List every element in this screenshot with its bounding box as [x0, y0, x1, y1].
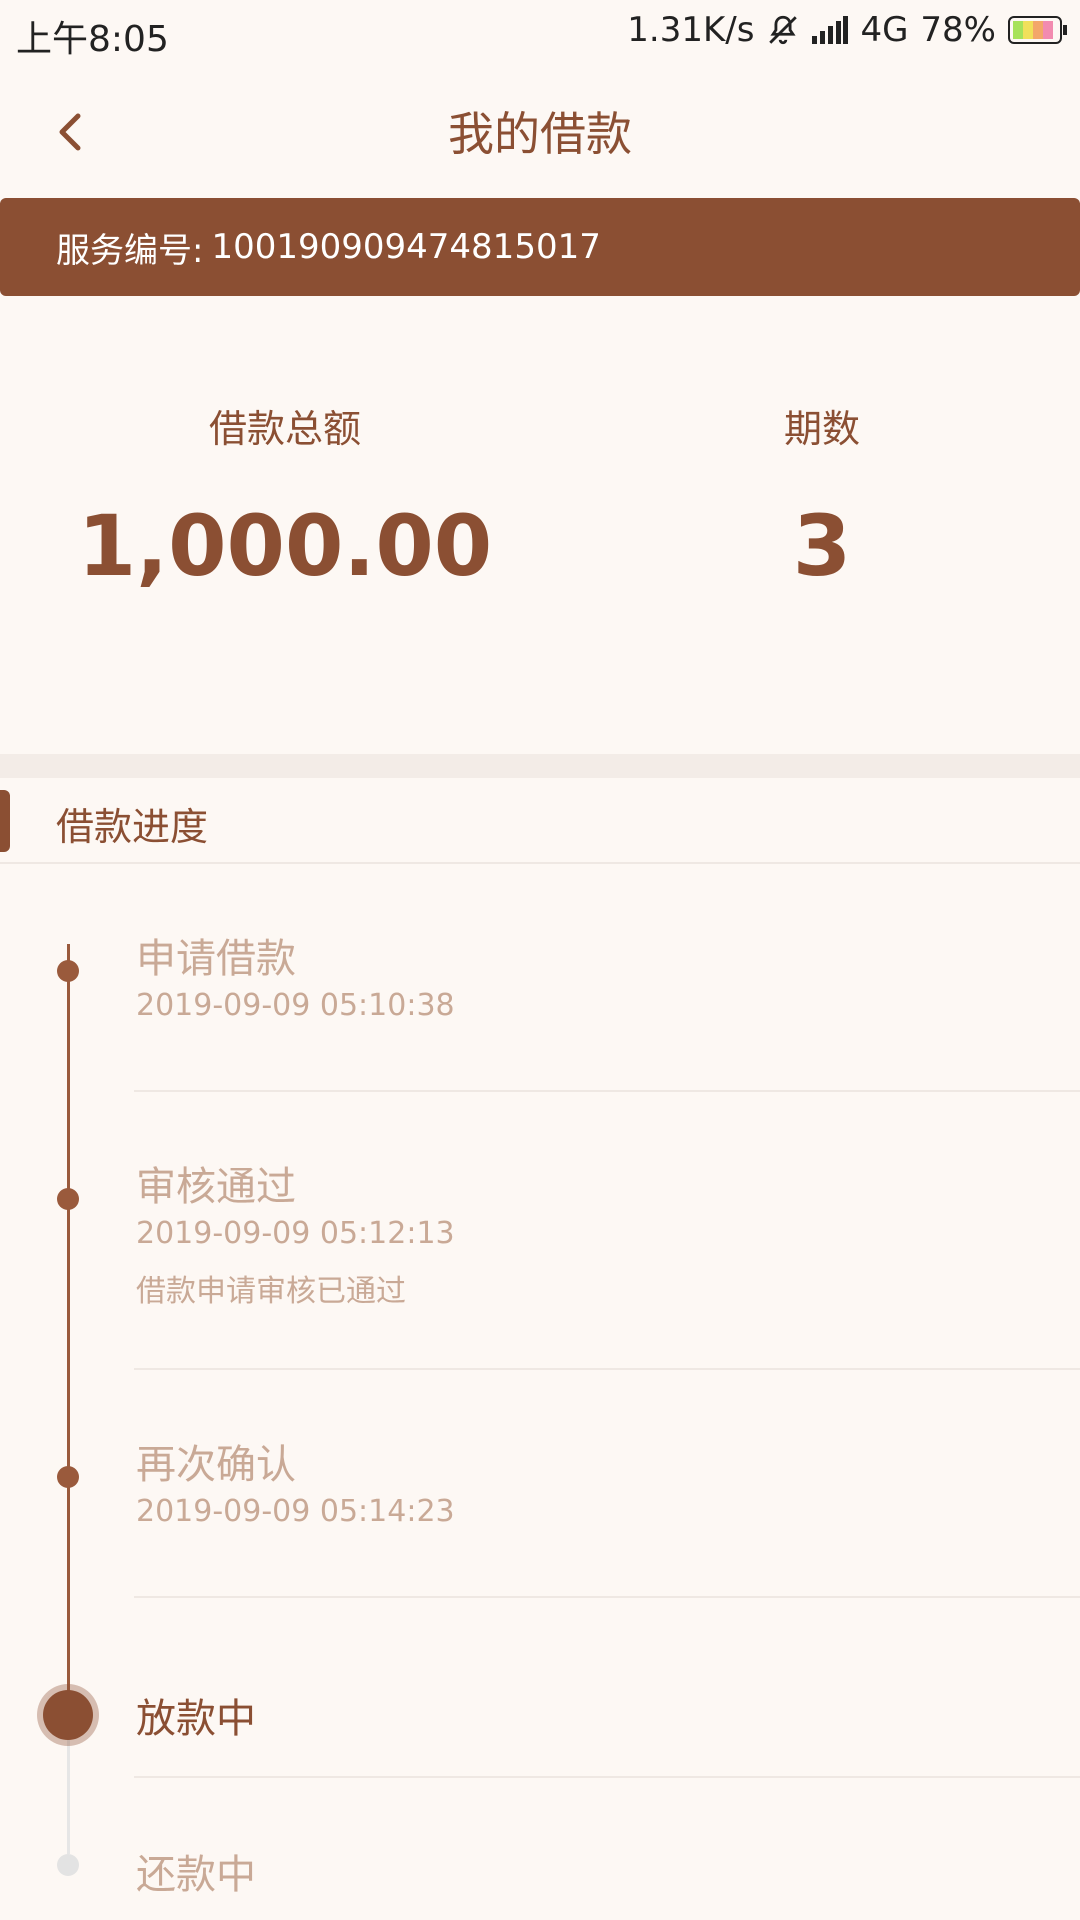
service-number-value: 100190909474815017	[211, 227, 601, 267]
step-title: 申请借款	[136, 936, 296, 982]
bell-off-icon	[766, 13, 800, 47]
step-dot-active	[43, 1690, 93, 1740]
timeline-step-active: 放款中	[0, 1598, 1080, 1778]
service-number-label: 服务编号:	[56, 230, 204, 271]
step-dot	[57, 1188, 79, 1210]
loan-periods-block: 期数 3	[572, 296, 1072, 595]
loan-progress-timeline: 申请借款 2019-09-09 05:10:38 审核通过 2019-09-09…	[0, 864, 1080, 1920]
page-title: 我的借款	[448, 107, 632, 161]
section-accent-bar	[0, 790, 10, 852]
loan-periods-value: 3	[792, 497, 852, 595]
progress-section-title: 借款进度	[56, 805, 209, 849]
step-dot	[57, 1466, 79, 1488]
battery-icon	[1008, 15, 1068, 45]
network-speed: 1.31K/s	[627, 10, 755, 50]
section-divider	[0, 754, 1080, 778]
network-type: 4G	[860, 10, 909, 50]
loan-amount-value: 1,000.00	[77, 497, 493, 595]
step-title: 还款中	[136, 1852, 256, 1898]
timeline-step-pending: 还款中	[0, 1778, 1080, 1920]
step-dot-pending	[57, 1854, 79, 1876]
timeline-step: 审核通过 2019-09-09 05:12:13 借款申请审核已通过	[0, 1092, 1080, 1370]
status-bar: 上午8:05 1.31K/s 4G 78%	[0, 0, 1080, 70]
loan-summary: 借款总额 1,000.00 期数 3	[0, 296, 1080, 754]
step-title: 审核通过	[136, 1164, 296, 1210]
service-number-banner: 服务编号: 100190909474815017	[0, 198, 1080, 296]
step-title: 放款中	[136, 1696, 256, 1742]
step-title: 再次确认	[136, 1442, 296, 1488]
signal-icon	[812, 16, 849, 44]
step-time: 2019-09-09 05:14:23	[136, 1494, 455, 1529]
loan-amount-label: 借款总额	[208, 407, 361, 451]
top-navigation: 我的借款	[0, 90, 1080, 180]
step-time: 2019-09-09 05:10:38	[136, 988, 455, 1023]
step-dot	[57, 960, 79, 982]
battery-percentage: 78%	[920, 10, 996, 50]
loan-periods-label: 期数	[783, 407, 860, 451]
step-note: 借款申请审核已通过	[136, 1274, 406, 1309]
step-time: 2019-09-09 05:12:13	[136, 1216, 455, 1251]
timeline-step: 再次确认 2019-09-09 05:14:23	[0, 1370, 1080, 1598]
status-right: 1.31K/s 4G 78%	[627, 10, 1068, 50]
timeline-step: 申请借款 2019-09-09 05:10:38	[0, 864, 1080, 1092]
status-time: 上午8:05	[16, 19, 169, 60]
progress-section-header: 借款进度	[0, 778, 1080, 864]
loan-amount-block: 借款总额 1,000.00	[35, 296, 535, 595]
